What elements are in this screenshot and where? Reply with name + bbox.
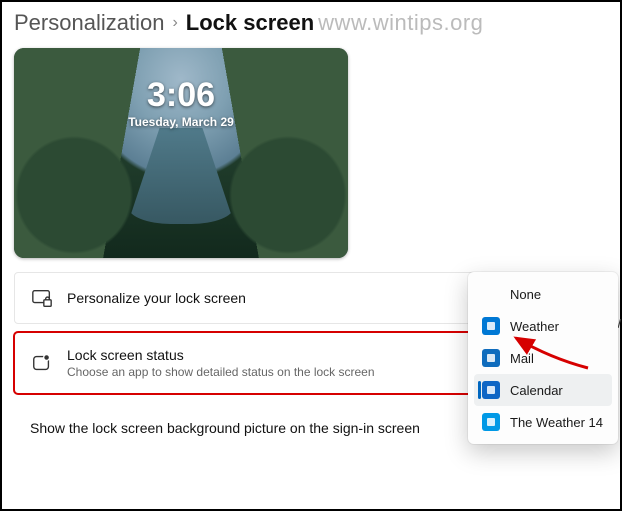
breadcrumb-parent[interactable]: Personalization (14, 10, 164, 36)
watermark-text: www.wintips.org (318, 10, 483, 36)
lock-screen-preview: 3:06 Tuesday, March 29 (14, 48, 348, 258)
flyout-item-calendar[interactable]: Calendar (474, 374, 612, 406)
preview-time: 3:06 (128, 76, 234, 115)
status-subtitle: Choose an app to show detailed status on… (67, 365, 375, 379)
picture-lock-icon (31, 287, 53, 309)
chevron-right-icon: › (172, 14, 177, 32)
breadcrumb-current: Lock screen (186, 10, 314, 36)
flyout-item-the-weather-14-day[interactable]: The Weather 14 day (474, 406, 612, 438)
status-app-icon (31, 352, 53, 374)
signin-picture-title: Show the lock screen background picture … (30, 420, 420, 436)
flyout-item-weather[interactable]: Weather (474, 310, 612, 342)
flyout-item-label: None (510, 287, 541, 302)
flyout-item-none[interactable]: None (474, 278, 612, 310)
preview-date: Tuesday, March 29 (128, 115, 234, 129)
personalize-title: Personalize your lock screen (67, 290, 246, 306)
flyout-item-label: Mail (510, 351, 534, 366)
flyout-item-label: Calendar (510, 383, 563, 398)
flyout-item-label: Weather (510, 319, 559, 334)
flyout-item-label: The Weather 14 day (510, 415, 604, 430)
breadcrumb: Personalization › Lock screen www.wintip… (2, 2, 620, 42)
status-title: Lock screen status (67, 347, 375, 363)
flyout-item-mail[interactable]: Mail (474, 342, 612, 374)
status-app-flyout: None Weather Mail Calendar The Weather 1… (468, 272, 618, 444)
